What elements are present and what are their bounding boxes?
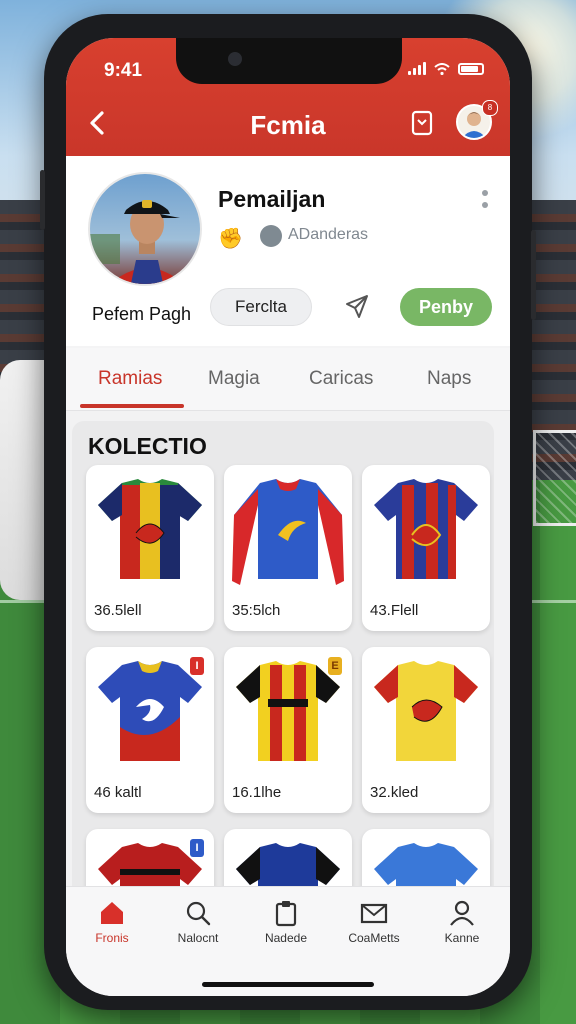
notch bbox=[176, 38, 402, 84]
nav-item-profile[interactable]: Kanne bbox=[422, 899, 502, 945]
send-icon bbox=[346, 295, 368, 318]
jersey-badge: I bbox=[190, 839, 204, 857]
profile-photo bbox=[88, 172, 202, 286]
nav-label: Fronis bbox=[95, 931, 129, 945]
phone-screen: 9:41 Fcmia 8 Pemailjan ✊ ADanderas Pefem… bbox=[66, 38, 510, 996]
nav-item-clipboard[interactable]: Nadede bbox=[246, 899, 326, 945]
jersey-price: 35:5lch bbox=[232, 602, 281, 619]
active-tab-indicator bbox=[80, 404, 184, 408]
jersey-image bbox=[98, 479, 202, 579]
jersey-image bbox=[374, 479, 478, 579]
collection-section: KOLECTIO 36.5lell 35:5lch 43.Flell I 46 … bbox=[66, 411, 510, 931]
signal-icon bbox=[408, 62, 426, 75]
jersey-price: 16.1lhe bbox=[232, 784, 282, 801]
jersey-card[interactable]: 32.kled bbox=[362, 647, 490, 813]
bookmark-icon bbox=[411, 110, 433, 136]
bookmark-button[interactable] bbox=[408, 108, 436, 138]
club-logo-icon bbox=[260, 225, 282, 247]
home-indicator[interactable] bbox=[202, 982, 374, 987]
primary-action-button[interactable]: Penby bbox=[400, 288, 492, 326]
app-header: 9:41 Fcmia 8 bbox=[66, 38, 510, 156]
nav-label: Nadede bbox=[264, 931, 308, 945]
jersey-image bbox=[232, 479, 344, 585]
jersey-price: 32.kled bbox=[370, 784, 419, 801]
more-options-button[interactable] bbox=[480, 190, 490, 214]
mail-icon bbox=[360, 903, 388, 924]
jersey-price: 43.Flell bbox=[370, 602, 419, 619]
follow-button[interactable]: Ferclta bbox=[210, 288, 312, 326]
jersey-card[interactable]: 43.Flell bbox=[362, 465, 490, 631]
jersey-card[interactable]: 36.5lell bbox=[86, 465, 214, 631]
nav-item-messages[interactable]: CoaMetts bbox=[334, 899, 414, 945]
wifi-icon bbox=[434, 62, 450, 75]
fist-bump-icon: ✊ bbox=[218, 228, 243, 250]
phone-power-button bbox=[531, 230, 536, 320]
status-time: 9:41 bbox=[104, 60, 143, 81]
tab-caricas[interactable]: Caricas bbox=[309, 368, 373, 390]
jersey-card[interactable]: E 16.1lhe bbox=[224, 647, 352, 813]
phone-side-button bbox=[40, 170, 45, 230]
nav-row: Fcmia 8 bbox=[66, 100, 510, 146]
collection-title: KOLECTIO bbox=[88, 433, 207, 459]
share-button[interactable] bbox=[342, 292, 372, 322]
profile-card: Pemailjan ✊ ADanderas Pefem Pagh Ferclta… bbox=[66, 156, 510, 346]
nav-item-home[interactable]: Fronis bbox=[72, 899, 152, 945]
battery-icon bbox=[458, 62, 484, 75]
nav-label: CoaMetts bbox=[348, 931, 400, 945]
jersey-price: 46 kaltl bbox=[94, 784, 142, 801]
jersey-image bbox=[374, 661, 478, 761]
profile-caption: Pefem Pagh bbox=[92, 304, 192, 324]
bottom-nav: Fronis Nalocnt Nadede CoaMetts Kanne bbox=[66, 886, 510, 996]
notification-badge: 8 bbox=[482, 100, 498, 116]
clipboard-icon bbox=[275, 901, 297, 927]
tab-bar: Ramias Magia Caricas Naps bbox=[66, 348, 510, 411]
jersey-badge: I bbox=[190, 657, 204, 675]
app-title: Fcmia bbox=[250, 110, 326, 140]
tab-ramias[interactable]: Ramias bbox=[98, 368, 162, 390]
background-player bbox=[0, 360, 44, 600]
jersey-price: 36.5lell bbox=[94, 602, 142, 619]
jersey-badge: E bbox=[328, 657, 342, 675]
search-icon bbox=[186, 901, 211, 926]
jersey-card[interactable]: I 46 kaltl bbox=[86, 647, 214, 813]
user-icon bbox=[450, 900, 474, 926]
tab-magia[interactable]: Magia bbox=[208, 368, 260, 390]
player-portrait bbox=[90, 200, 184, 284]
nav-label: Nalocnt bbox=[177, 931, 219, 945]
nav-item-search[interactable]: Nalocnt bbox=[158, 899, 238, 945]
profile-club: ADanderas bbox=[288, 226, 369, 243]
status-icons bbox=[408, 62, 484, 75]
jersey-card[interactable]: 35:5lch bbox=[224, 465, 352, 631]
home-icon bbox=[101, 902, 123, 924]
nav-label: Kanne bbox=[444, 931, 480, 945]
background-goal bbox=[533, 430, 576, 526]
front-camera bbox=[228, 52, 242, 66]
profile-name: Pemailjan bbox=[218, 186, 326, 212]
tab-naps[interactable]: Naps bbox=[427, 368, 471, 390]
